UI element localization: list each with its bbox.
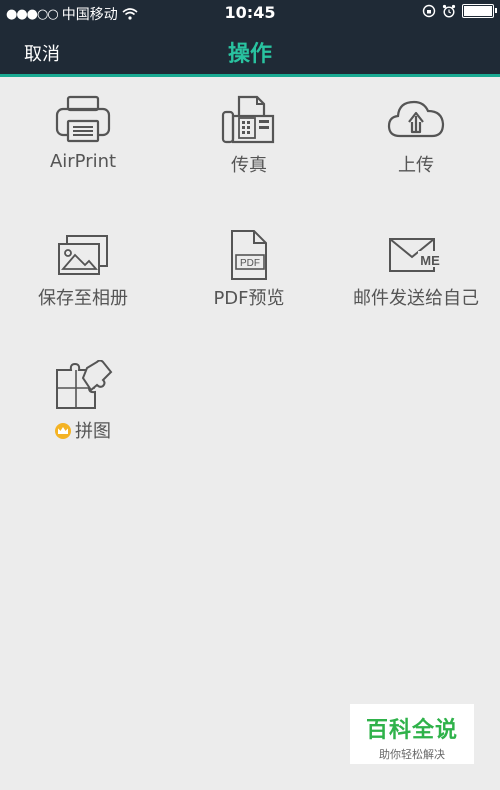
printer-icon	[55, 95, 111, 143]
pdf-icon-text: PDF	[240, 258, 260, 269]
action-label: 保存至相册	[38, 288, 128, 309]
pdf-file-icon: PDF	[231, 230, 267, 280]
action-save-to-album[interactable]: 保存至相册	[0, 211, 166, 321]
watermark-logo: 百科全说 助你轻松解决	[350, 704, 474, 764]
photo-album-icon	[58, 235, 108, 275]
cloud-upload-icon	[387, 100, 445, 138]
premium-crown-icon	[55, 423, 71, 439]
action-puzzle[interactable]: 拼图	[0, 344, 166, 454]
navigation-bar: 取消 操作	[0, 26, 500, 77]
action-label: 邮件发送给自己	[353, 288, 479, 309]
puzzle-icon	[56, 360, 113, 409]
puzzle-label-text: 拼图	[75, 421, 111, 442]
action-label: 拼图	[0, 417, 166, 443]
page-title: 操作	[227, 42, 272, 67]
watermark-subtitle: 助你轻松解决	[379, 748, 445, 761]
action-label: AirPrint	[49, 151, 117, 172]
action-upload[interactable]: 上传	[333, 78, 499, 188]
alarm-icon	[442, 4, 456, 18]
action-pdf-preview[interactable]: PDF PDF预览	[166, 211, 332, 321]
battery-icon	[462, 4, 497, 18]
mail-me-icon-text: ME	[420, 253, 440, 268]
action-fax[interactable]: 传真	[166, 78, 332, 188]
action-airprint[interactable]: AirPrint	[0, 78, 166, 188]
action-label: 上传	[398, 155, 434, 176]
status-right	[422, 4, 497, 18]
mail-to-me-icon: ME	[389, 238, 442, 272]
action-label: 传真	[231, 155, 267, 176]
action-email-to-me[interactable]: ME 邮件发送给自己	[333, 211, 499, 321]
fax-icon	[221, 95, 275, 144]
watermark-title: 百科全说	[365, 718, 458, 743]
rotation-lock-icon	[422, 4, 436, 18]
action-label: PDF预览	[213, 288, 285, 309]
status-bar: ●●●○○ 中国移动 10:45	[0, 0, 500, 26]
